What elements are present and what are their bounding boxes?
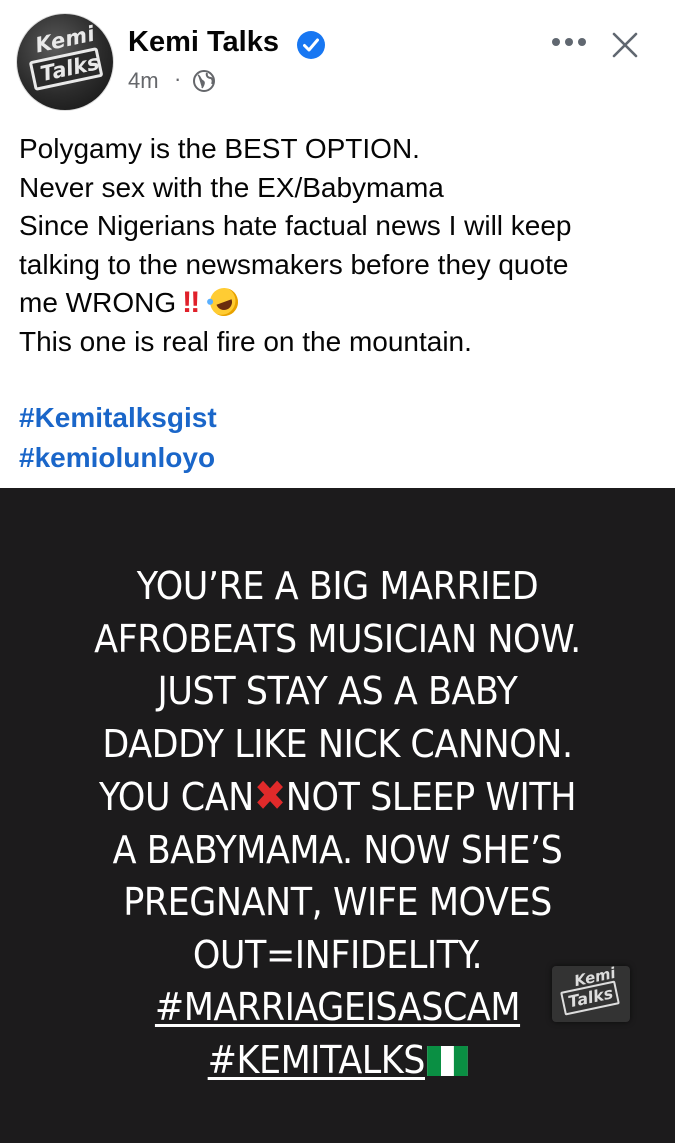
cross-mark-icon: ✖ bbox=[253, 771, 286, 820]
post-text-line: Polygamy is the BEST OPTION. bbox=[19, 133, 420, 164]
post-image[interactable]: YOU’RE A BIG MARRIED AFROBEATS MUSICIAN … bbox=[0, 488, 675, 1143]
rolling-laughing-emoji-icon bbox=[206, 284, 243, 320]
nigeria-flag-icon bbox=[426, 1045, 468, 1076]
hashtag-link[interactable]: #kemiolunloyo bbox=[19, 438, 217, 478]
post-body: Polygamy is the BEST OPTION. Never sex w… bbox=[19, 130, 659, 361]
globe-icon[interactable] bbox=[192, 69, 216, 93]
caption-line: DADDY LIKE NICK CANNON. bbox=[102, 721, 573, 766]
kemi-talks-watermark: Kemi Talks bbox=[552, 964, 630, 1022]
caption-line: PREGNANT, WIFE MOVES bbox=[123, 880, 552, 924]
post-header: Kemi Talks Kemi Talks 4m · bbox=[0, 0, 675, 120]
caption-line: A BABYMAMA. NOW SHE’S bbox=[112, 827, 563, 872]
hashtag-link[interactable]: #Kemitalksgist bbox=[19, 398, 217, 438]
post-text-line: me WRONG bbox=[19, 287, 177, 318]
caption-line: AFROBEATS MUSICIAN NOW. bbox=[94, 616, 581, 661]
more-options-icon[interactable] bbox=[550, 32, 590, 52]
caption-segment: YOU CAN bbox=[98, 775, 254, 819]
meta-separator: · bbox=[174, 66, 182, 91]
author-name[interactable]: Kemi Talks bbox=[128, 26, 279, 59]
post-text-line: talking to the newsmakers before they qu… bbox=[19, 248, 569, 280]
caption-segment: NOT SLEEP WITH bbox=[285, 775, 577, 819]
post-text-line-with-emoji: me WRONG ‼ bbox=[19, 284, 659, 323]
post-text-line: Since Nigerians hate factual news I will… bbox=[19, 210, 572, 241]
caption-line: JUST STAY AS A BABY bbox=[157, 669, 518, 713]
verified-badge-icon bbox=[297, 31, 325, 59]
caption-hashtag-with-flag: #KEMITALKS bbox=[27, 1034, 648, 1087]
double-exclamation-emoji: ‼ bbox=[182, 286, 200, 319]
avatar[interactable]: Kemi Talks bbox=[17, 14, 113, 110]
caption-line-with-cross: YOU CAN✖NOT SLEEP WITH bbox=[27, 770, 648, 824]
post-text-line: Never sex with the EX/Babymama bbox=[19, 171, 444, 203]
kemi-talks-logo: Kemi Talks bbox=[19, 20, 110, 97]
hashtag-list: #Kemitalksgist #kemiolunloyo bbox=[19, 398, 217, 478]
caption-hashtag: #KEMITALKS bbox=[207, 1037, 426, 1082]
post-text-line: This one is real fire on the mountain. bbox=[19, 325, 472, 357]
close-icon[interactable] bbox=[610, 30, 640, 60]
caption-line: YOU’RE A BIG MARRIED bbox=[136, 564, 539, 608]
post-time[interactable]: 4m bbox=[128, 68, 159, 94]
